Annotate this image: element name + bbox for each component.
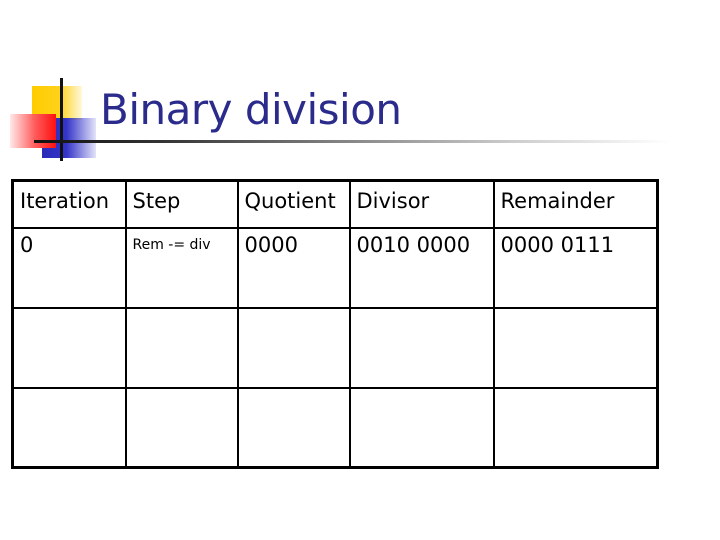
table-row xyxy=(11,386,659,469)
cell-step xyxy=(124,386,239,469)
cell-quotient xyxy=(236,306,351,389)
cell-iteration: 0 xyxy=(11,226,127,309)
logo-vertical-line xyxy=(60,78,63,161)
cell-iteration xyxy=(11,306,127,389)
header-quotient: Quotient xyxy=(236,179,351,229)
cell-remainder xyxy=(492,386,659,469)
cell-quotient: 0000 xyxy=(236,226,351,309)
cell-remainder xyxy=(492,306,659,389)
cell-remainder: 0000 0111 xyxy=(492,226,659,309)
cell-step xyxy=(124,306,239,389)
title-underline-rule xyxy=(34,140,670,143)
slide: Binary division Iteration Step Quotient … xyxy=(0,0,720,540)
cell-divisor: 0010 0000 xyxy=(348,226,495,309)
header-remainder: Remainder xyxy=(492,179,659,229)
division-table: Iteration Step Quotient Divisor Remainde… xyxy=(11,179,659,469)
header-step: Step xyxy=(124,179,239,229)
cell-step: Rem -= div xyxy=(124,226,239,309)
table-row: 0 Rem -= div 0000 0010 0000 0000 0111 xyxy=(11,226,659,309)
header-divisor: Divisor xyxy=(348,179,495,229)
table-header-row: Iteration Step Quotient Divisor Remainde… xyxy=(11,179,659,229)
table-row xyxy=(11,306,659,389)
cell-divisor xyxy=(348,306,495,389)
cell-iteration xyxy=(11,386,127,469)
cell-quotient xyxy=(236,386,351,469)
slide-title: Binary division xyxy=(100,85,402,134)
cell-divisor xyxy=(348,386,495,469)
header-iteration: Iteration xyxy=(11,179,127,229)
